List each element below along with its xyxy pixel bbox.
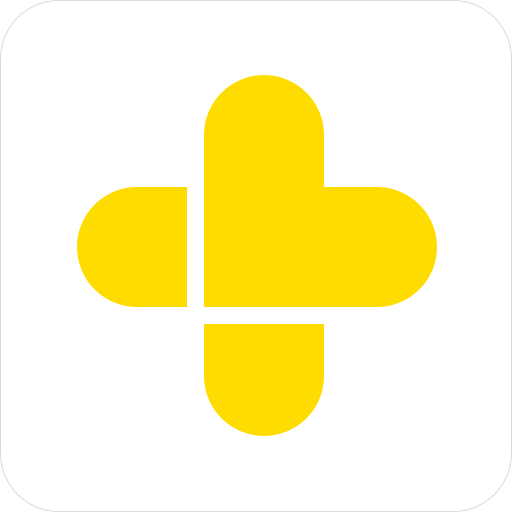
app-icon (0, 0, 512, 512)
app-icon-svg (0, 0, 512, 512)
